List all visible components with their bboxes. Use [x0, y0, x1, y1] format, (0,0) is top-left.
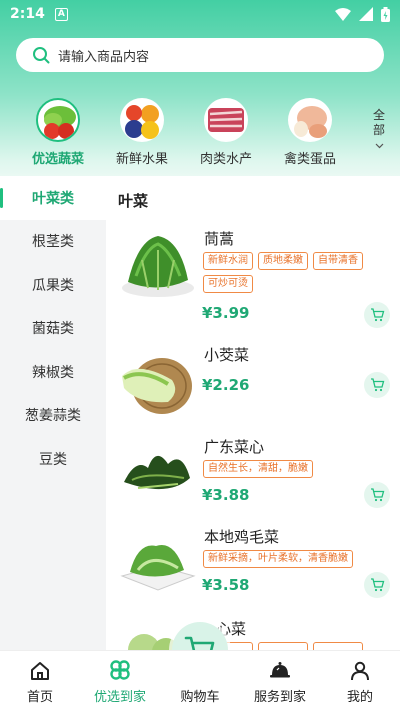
- sidebar-item-label: 叶菜类: [32, 190, 74, 207]
- vegetables-image: [36, 98, 80, 142]
- search-input[interactable]: 请输入商品内容: [58, 46, 149, 65]
- sidebar-item-label: 根茎类: [32, 234, 74, 251]
- product-tags: 新鲜水润 质地柔嫩 自带清香 可炒可烫: [203, 252, 388, 293]
- category-meat-seafood[interactable]: 肉类水产: [184, 98, 268, 167]
- tab-home-service[interactable]: 服务到家: [240, 651, 320, 711]
- sidebar-item-label: 葱姜蒜类: [25, 408, 81, 425]
- product-tags: 新鲜采摘 叶片柔嫩 脆甜清爽: [203, 642, 388, 650]
- category-label: 肉类水产: [199, 152, 252, 167]
- sidebar-item-leafy[interactable]: 叶菜类: [0, 176, 106, 220]
- product-tag: 自带清香: [313, 252, 363, 270]
- tab-label: 优选到家: [93, 690, 146, 705]
- tab-mine[interactable]: 我的: [320, 651, 400, 711]
- sidebar-item-mushroom[interactable]: 菌菇类: [0, 307, 106, 351]
- search-bar[interactable]: 请输入商品内容: [16, 38, 384, 72]
- section-title: 叶菜: [118, 192, 149, 210]
- product-image: [120, 545, 196, 591]
- search-icon: [33, 47, 50, 64]
- add-to-cart-button[interactable]: [364, 482, 390, 508]
- product-name: 本地鸡毛菜: [204, 528, 280, 546]
- tab-bar: 首页 优选到家 购物车 服务到家 我的: [0, 650, 400, 711]
- wifi-icon: [335, 7, 351, 21]
- tab-cart[interactable]: 购物车: [160, 651, 240, 711]
- home-icon: [31, 662, 49, 680]
- category-label: 优选蔬菜: [31, 152, 84, 167]
- product-name: 广东菜心: [204, 438, 265, 456]
- product-item[interactable]: 心菜 新鲜采摘 叶片柔嫩 脆甜清爽: [106, 616, 400, 650]
- category-fruits[interactable]: 新鲜水果: [100, 98, 184, 167]
- signal-icon: [359, 7, 373, 21]
- chevron-down-icon: [375, 143, 383, 149]
- tab-label: 服务到家: [253, 690, 306, 705]
- cart-icon: [370, 488, 384, 502]
- notification-icon: A: [54, 7, 68, 21]
- product-item[interactable]: 茼蒿 新鲜水润 质地柔嫩 自带清香 可炒可烫 ¥3.99: [106, 226, 400, 334]
- product-tag: 脆甜清爽: [313, 642, 363, 650]
- product-tag: 质地柔嫩: [258, 252, 308, 270]
- category-label: 禽类蛋品: [283, 152, 336, 167]
- product-price: ¥3.99: [202, 304, 250, 322]
- service-icon: [270, 662, 290, 678]
- sidebar-item-pepper[interactable]: 辣椒类: [0, 350, 106, 394]
- tab-label: 购物车: [180, 690, 220, 705]
- all-categories-button[interactable]: 全 部: [368, 108, 390, 153]
- battery-icon: [381, 6, 390, 22]
- sidebar-item-label: 瓜果类: [32, 277, 74, 294]
- add-to-cart-button[interactable]: [364, 302, 390, 328]
- sidebar-item-label: 辣椒类: [32, 364, 74, 381]
- all-label-1: 全: [372, 108, 385, 122]
- product-tag: 叶片柔嫩: [258, 642, 308, 650]
- sidebar-item-onion-ginger-garlic[interactable]: 葱姜蒜类: [0, 394, 106, 438]
- category-vegetables[interactable]: 优选蔬菜: [16, 98, 100, 167]
- product-tag: 自然生长，清甜，脆嫩: [203, 460, 313, 478]
- product-tags: 自然生长，清甜，脆嫩: [203, 460, 388, 478]
- product-name: 小茭菜: [204, 346, 250, 364]
- product-tags: 新鲜采摘，叶片柔软，清香脆嫩: [203, 550, 388, 568]
- product-image: [122, 358, 192, 414]
- cart-icon: [370, 578, 384, 592]
- fruits-image: [120, 98, 164, 142]
- sidebar-item-melon[interactable]: 瓜果类: [0, 263, 106, 307]
- sidebar: 叶菜类 根茎类 瓜果类 菌菇类 辣椒类 葱姜蒜类 豆类: [0, 176, 106, 650]
- product-price: ¥3.88: [202, 486, 250, 504]
- add-to-cart-button[interactable]: [364, 572, 390, 598]
- product-price: ¥3.58: [202, 576, 250, 594]
- category-label: 新鲜水果: [115, 152, 168, 167]
- product-price: ¥2.26: [202, 376, 250, 394]
- user-icon: [351, 661, 369, 681]
- meat-image: [204, 98, 248, 142]
- status-indicators: [335, 6, 390, 22]
- product-tag: 可炒可烫: [203, 275, 253, 293]
- product-name: 茼蒿: [204, 230, 235, 248]
- all-label-2: 部: [372, 123, 385, 137]
- product-tag: 新鲜水润: [203, 252, 253, 270]
- tab-home[interactable]: 首页: [0, 651, 80, 711]
- sidebar-item-label: 菌菇类: [32, 321, 74, 338]
- top-category-bar: 优选蔬菜 新鲜水果 肉类水产 禽类蛋品: [0, 98, 400, 168]
- sidebar-item-root[interactable]: 根茎类: [0, 220, 106, 264]
- category-poultry-eggs[interactable]: 禽类蛋品: [268, 98, 352, 167]
- tab-label: 首页: [26, 690, 53, 705]
- sidebar-item-beans[interactable]: 豆类: [0, 437, 106, 481]
- cart-icon: [370, 378, 384, 392]
- status-bar: 2:14 A: [0, 0, 400, 28]
- tab-preferred-delivery[interactable]: 优选到家: [80, 651, 160, 711]
- add-to-cart-button[interactable]: [364, 372, 390, 398]
- poultry-image: [288, 98, 332, 142]
- status-time: 2:14: [10, 6, 45, 22]
- cart-icon: [370, 308, 384, 322]
- clover-icon: [110, 660, 130, 680]
- product-list: 叶菜 茼蒿 新鲜水润 质地柔嫩 自带清香 可炒可烫 ¥3.99 小茭菜 ¥2.2: [106, 176, 400, 650]
- tab-label: 我的: [346, 690, 373, 705]
- product-image: [124, 455, 190, 490]
- sidebar-item-label: 豆类: [39, 451, 67, 468]
- product-image: [122, 236, 194, 297]
- product-tag: 新鲜采摘，叶片柔软，清香脆嫩: [203, 550, 353, 568]
